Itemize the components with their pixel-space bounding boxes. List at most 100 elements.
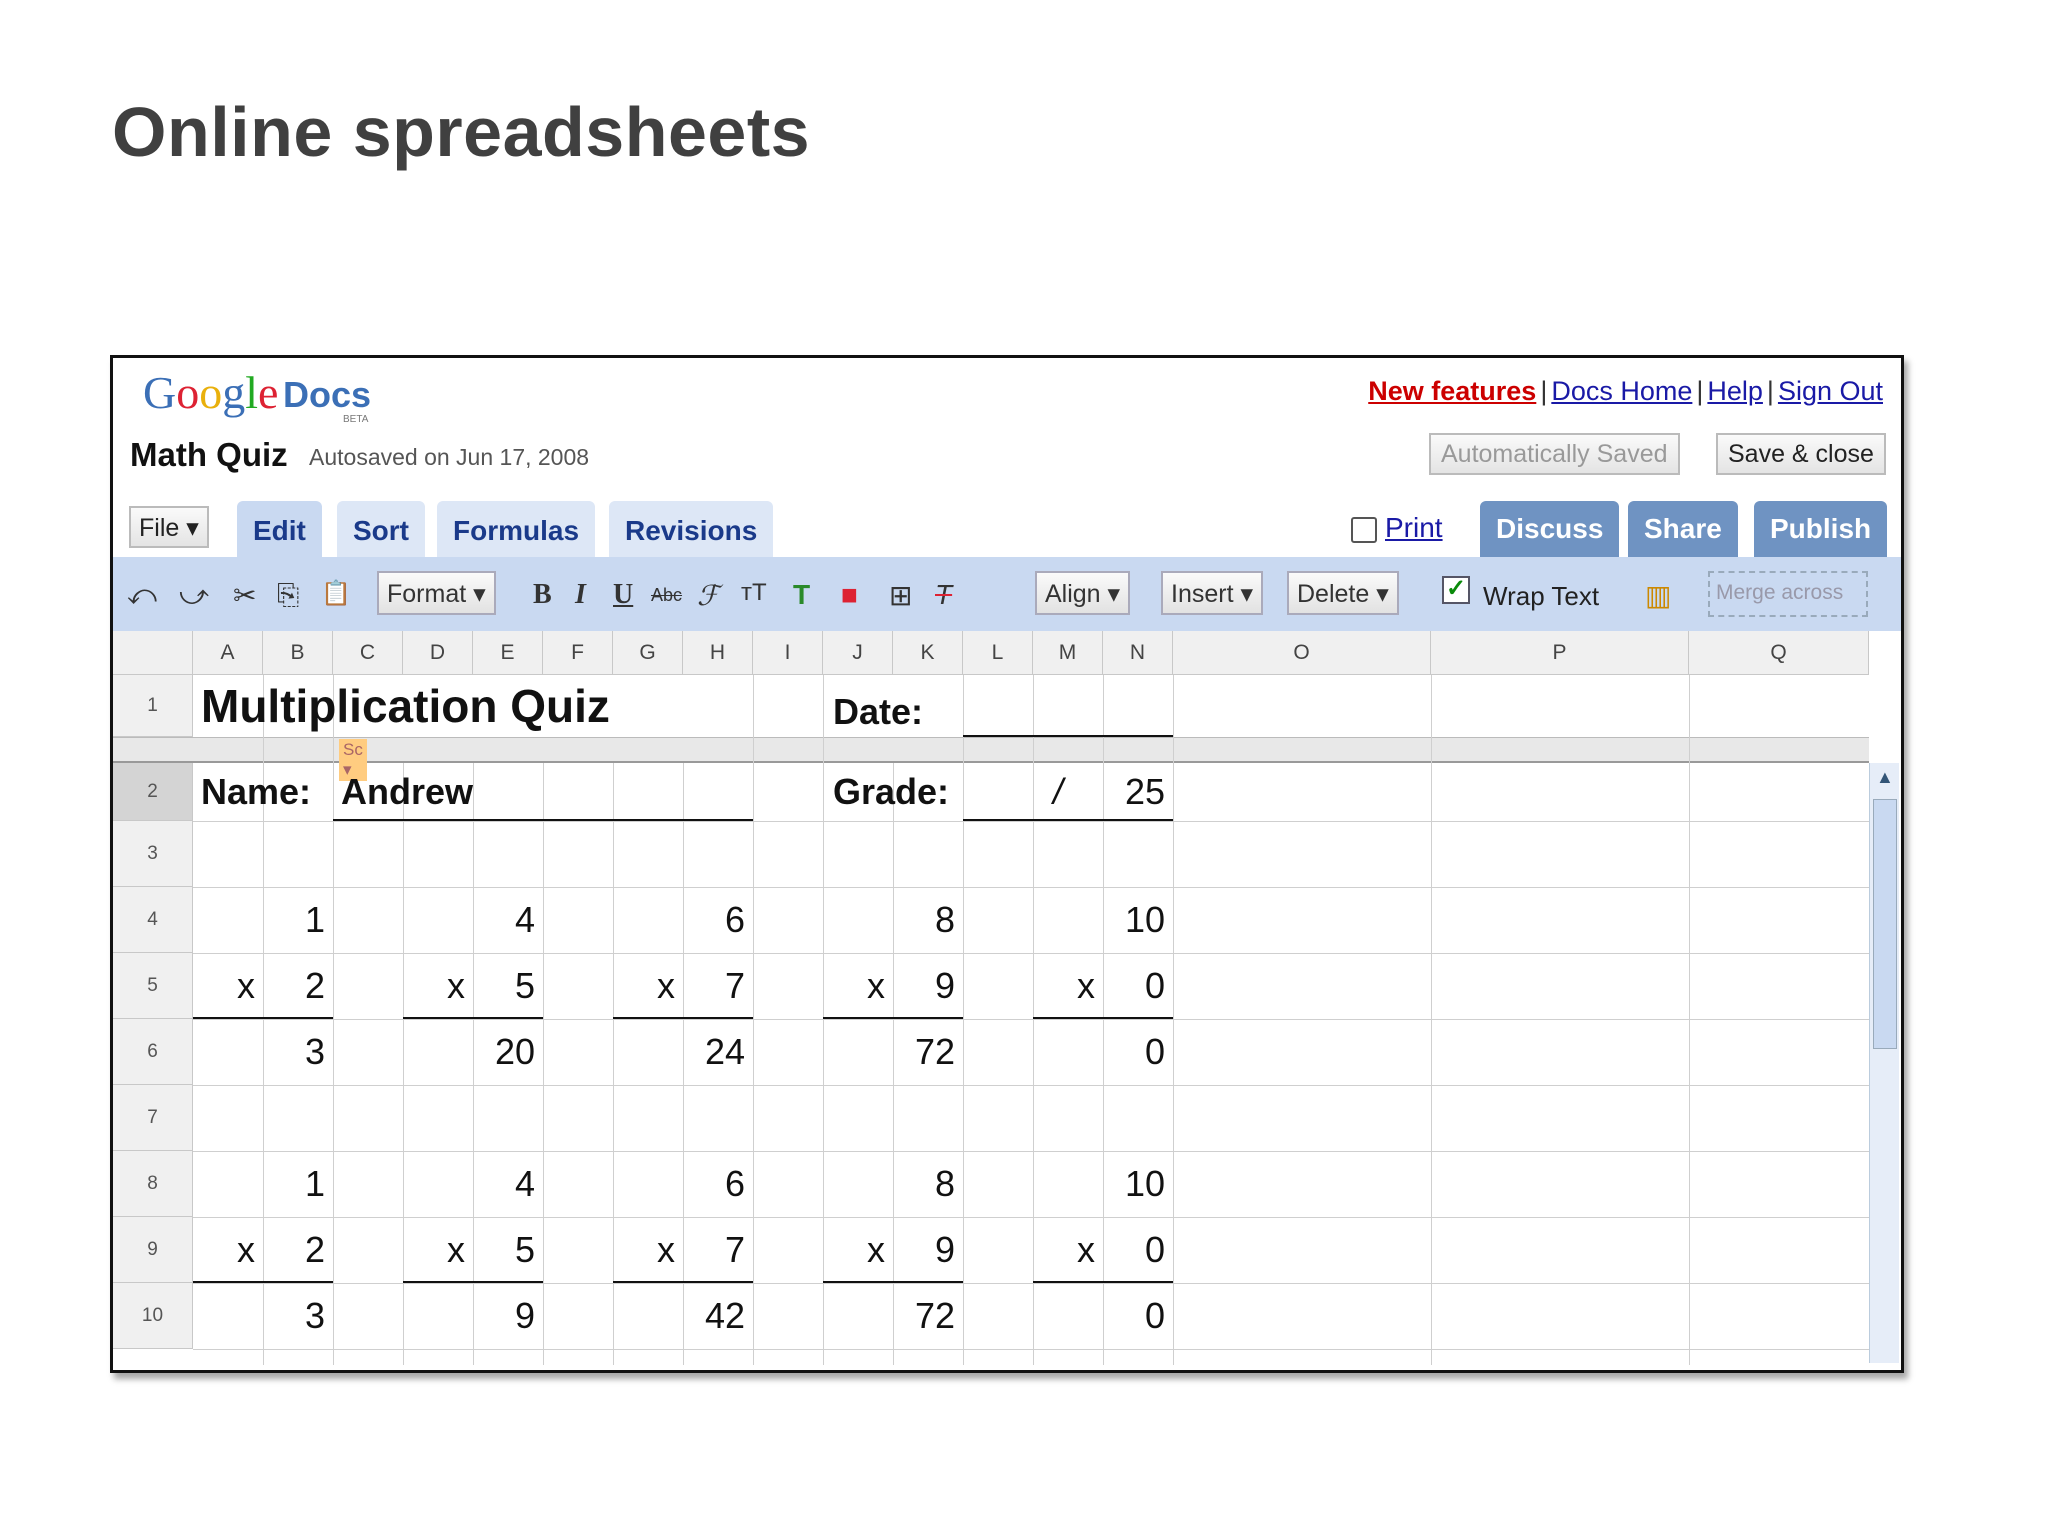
problem-bottom-cell[interactable]: 5 bbox=[473, 1229, 535, 1271]
problem-bottom-cell[interactable]: 7 bbox=[683, 965, 745, 1007]
column-header-d[interactable]: D bbox=[403, 631, 473, 675]
problem-top-cell[interactable]: 4 bbox=[473, 899, 535, 941]
times-sign-cell[interactable]: x bbox=[403, 965, 465, 1007]
vertical-scrollbar[interactable]: ▲ bbox=[1869, 763, 1899, 1363]
column-header-i[interactable]: I bbox=[753, 631, 823, 675]
paste-icon[interactable]: 📋 bbox=[321, 579, 351, 608]
column-header-q[interactable]: Q bbox=[1689, 631, 1869, 675]
document-title[interactable]: Math Quiz bbox=[130, 436, 288, 474]
column-header-o[interactable]: O bbox=[1173, 631, 1431, 675]
column-header-p[interactable]: P bbox=[1431, 631, 1689, 675]
corner-header[interactable] bbox=[113, 631, 193, 675]
column-header-m[interactable]: M bbox=[1033, 631, 1103, 675]
row-header-4[interactable]: 4 bbox=[113, 887, 193, 953]
row-header-10[interactable]: 10 bbox=[113, 1283, 193, 1349]
row-header-2[interactable]: 2 bbox=[113, 763, 193, 821]
times-sign-cell[interactable]: x bbox=[403, 1229, 465, 1271]
answer-cell[interactable]: 0 bbox=[1103, 1031, 1165, 1073]
problem-top-cell[interactable]: 8 bbox=[893, 899, 955, 941]
undo-icon[interactable]: ⤺ bbox=[127, 579, 157, 612]
answer-cell[interactable]: 3 bbox=[263, 1031, 325, 1073]
help-link[interactable]: Help bbox=[1707, 376, 1763, 406]
problem-bottom-cell[interactable]: 0 bbox=[1103, 1229, 1165, 1271]
font-size-icon[interactable]: тT bbox=[741, 579, 767, 607]
print-link[interactable]: Print bbox=[1351, 512, 1443, 544]
column-header-j[interactable]: J bbox=[823, 631, 893, 675]
problem-bottom-cell[interactable]: 2 bbox=[263, 1229, 325, 1271]
row-header-1[interactable]: 1 bbox=[113, 675, 193, 737]
answer-cell[interactable]: 0 bbox=[1103, 1295, 1165, 1337]
text-color-icon[interactable]: T bbox=[793, 579, 810, 611]
answer-cell[interactable]: 72 bbox=[893, 1031, 955, 1073]
times-sign-cell[interactable]: x bbox=[193, 1229, 255, 1271]
grade-label-cell[interactable]: Grade: bbox=[833, 771, 949, 813]
scrollbar-thumb[interactable] bbox=[1873, 799, 1897, 1049]
borders-icon[interactable]: ⊞ bbox=[889, 579, 912, 612]
times-sign-cell[interactable]: x bbox=[613, 1229, 675, 1271]
column-header-l[interactable]: L bbox=[963, 631, 1033, 675]
row-header-5[interactable]: 5 bbox=[113, 953, 193, 1019]
answer-cell[interactable]: 72 bbox=[893, 1295, 955, 1337]
save-close-button[interactable]: Save & close bbox=[1716, 433, 1886, 475]
problem-bottom-cell[interactable]: 2 bbox=[263, 965, 325, 1007]
problem-top-cell[interactable]: 6 bbox=[683, 1163, 745, 1205]
merge-across-button[interactable]: Merge across bbox=[1708, 571, 1868, 617]
tab-edit[interactable]: Edit bbox=[237, 501, 322, 557]
italic-icon[interactable]: I bbox=[575, 579, 586, 611]
automatically-saved-button[interactable]: Automatically Saved bbox=[1429, 433, 1680, 475]
column-header-n[interactable]: N bbox=[1103, 631, 1173, 675]
tab-formulas[interactable]: Formulas bbox=[437, 501, 596, 557]
insert-dropdown[interactable]: Insert ▾ bbox=[1161, 571, 1264, 615]
times-sign-cell[interactable]: x bbox=[823, 1229, 885, 1271]
column-header-f[interactable]: F bbox=[543, 631, 613, 675]
times-sign-cell[interactable]: x bbox=[193, 965, 255, 1007]
quiz-title-cell[interactable]: Multiplication Quiz bbox=[201, 679, 610, 733]
answer-cell[interactable]: 9 bbox=[473, 1295, 535, 1337]
docs-home-link[interactable]: Docs Home bbox=[1551, 376, 1692, 406]
answer-cell[interactable]: 42 bbox=[683, 1295, 745, 1337]
cut-icon[interactable]: ✂ bbox=[233, 579, 256, 612]
name-value-cell[interactable]: Andrew bbox=[341, 771, 473, 813]
new-features-link[interactable]: New features bbox=[1368, 376, 1536, 406]
problem-top-cell[interactable]: 10 bbox=[1103, 1163, 1165, 1205]
problem-top-cell[interactable]: 1 bbox=[263, 899, 325, 941]
bold-icon[interactable]: B bbox=[533, 579, 552, 611]
column-header-g[interactable]: G bbox=[613, 631, 683, 675]
row-header-8[interactable]: 8 bbox=[113, 1151, 193, 1217]
freeze-bar[interactable] bbox=[113, 737, 1869, 763]
problem-top-cell[interactable]: 6 bbox=[683, 899, 745, 941]
row-header-3[interactable]: 3 bbox=[113, 821, 193, 887]
times-sign-cell[interactable]: x bbox=[823, 965, 885, 1007]
delete-dropdown[interactable]: Delete ▾ bbox=[1287, 571, 1399, 615]
column-header-b[interactable]: B bbox=[263, 631, 333, 675]
column-header-k[interactable]: K bbox=[893, 631, 963, 675]
column-header-a[interactable]: A bbox=[193, 631, 263, 675]
times-sign-cell[interactable]: x bbox=[613, 965, 675, 1007]
row-header-7[interactable]: 7 bbox=[113, 1085, 193, 1151]
file-menu[interactable]: File ▾ bbox=[129, 506, 209, 548]
problem-top-cell[interactable]: 1 bbox=[263, 1163, 325, 1205]
problem-bottom-cell[interactable]: 7 bbox=[683, 1229, 745, 1271]
redo-icon[interactable]: ⤻ bbox=[179, 579, 209, 612]
discuss-button[interactable]: Discuss bbox=[1480, 501, 1620, 557]
problem-bottom-cell[interactable]: 0 bbox=[1103, 965, 1165, 1007]
date-label-cell[interactable]: Date: bbox=[833, 691, 923, 733]
column-header-e[interactable]: E bbox=[473, 631, 543, 675]
clear-formatting-icon[interactable]: T bbox=[935, 579, 952, 611]
problem-bottom-cell[interactable]: 9 bbox=[893, 965, 955, 1007]
problem-top-cell[interactable]: 4 bbox=[473, 1163, 535, 1205]
column-header-c[interactable]: C bbox=[333, 631, 403, 675]
sign-out-link[interactable]: Sign Out bbox=[1778, 376, 1883, 406]
grade-slash-cell[interactable]: / bbox=[1053, 771, 1063, 813]
times-sign-cell[interactable]: x bbox=[1033, 965, 1095, 1007]
share-button[interactable]: Share bbox=[1628, 501, 1738, 557]
tab-sort[interactable]: Sort bbox=[337, 501, 425, 557]
publish-button[interactable]: Publish bbox=[1754, 501, 1888, 557]
answer-cell[interactable]: 24 bbox=[683, 1031, 745, 1073]
row-header-6[interactable]: 6 bbox=[113, 1019, 193, 1085]
format-dropdown[interactable]: Format ▾ bbox=[377, 571, 496, 615]
chart-icon[interactable]: ▥ bbox=[1645, 579, 1671, 612]
times-sign-cell[interactable]: x bbox=[1033, 1229, 1095, 1271]
strikethrough-icon[interactable]: Abc bbox=[651, 585, 682, 606]
wrap-text-checkbox[interactable]: ✓ bbox=[1442, 576, 1470, 604]
